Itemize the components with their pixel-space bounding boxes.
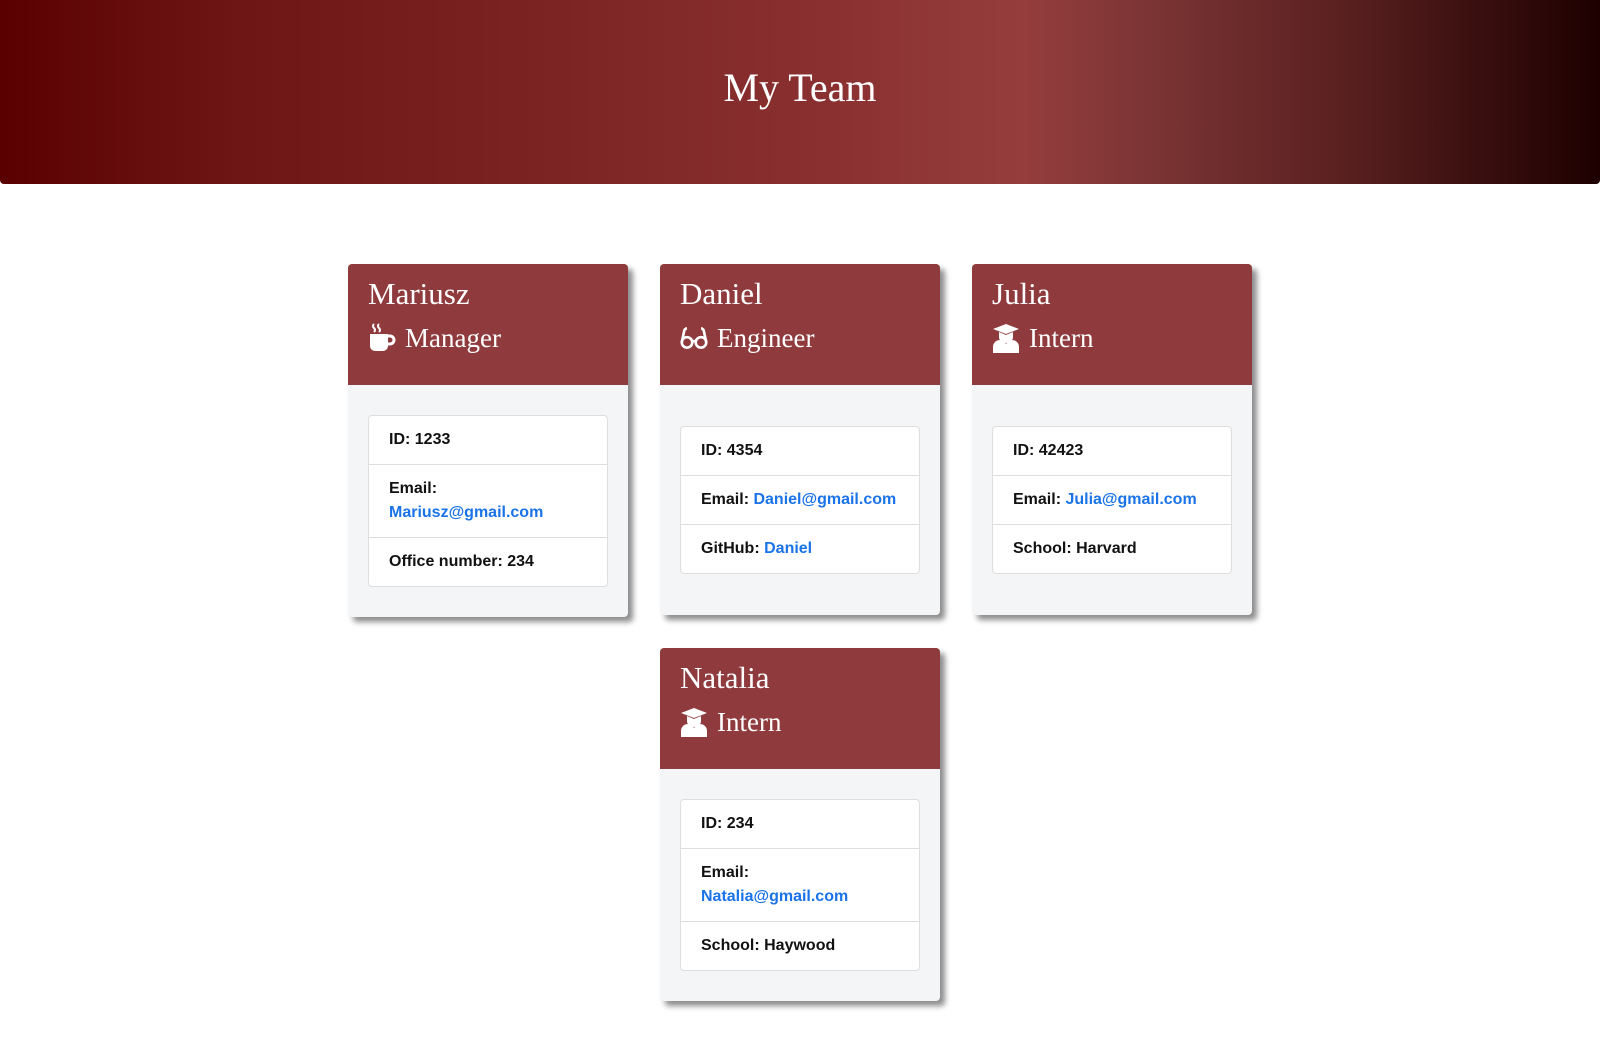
employee-role: Manager (368, 322, 608, 354)
employee-role: Engineer (680, 322, 920, 354)
employee-details-list: ID: 234 Email: Natalia@gmail.com School:… (680, 799, 920, 971)
employee-card-intern: Julia Intern ID: 42423 Email: Julia@gmai… (972, 264, 1252, 615)
school-label: School: (1013, 540, 1072, 557)
card-header: Natalia Intern (660, 648, 940, 769)
id-value: 4354 (726, 442, 763, 459)
office-value: 234 (507, 553, 534, 570)
github-label: GitHub: (701, 540, 760, 557)
employee-card-intern: Natalia Intern ID: 234 Email: Natalia@gm… (660, 648, 940, 1001)
glasses-icon (680, 323, 708, 353)
employee-id: ID: 234 (681, 800, 919, 848)
card-body: ID: 42423 Email: Julia@gmail.com School:… (972, 385, 1252, 615)
id-value: 42423 (1038, 442, 1084, 459)
employee-card-manager: Mariusz Manager ID: 1233 Email: Mariusz@… (348, 264, 628, 617)
employee-name: Natalia (680, 660, 770, 695)
id-label: ID: (701, 442, 723, 459)
github-link[interactable]: Daniel (764, 540, 812, 557)
page-header: My Team (0, 0, 1600, 184)
card-header: Mariusz Manager (348, 264, 628, 385)
graduate-icon (992, 323, 1020, 353)
card-header: Julia Intern (972, 264, 1252, 385)
email-label: Email: (701, 491, 750, 508)
employee-email: Email: Daniel@gmail.com (681, 475, 919, 524)
employee-role: Intern (680, 706, 920, 738)
employee-school: School: Haywood (681, 921, 919, 970)
employee-name: Daniel (680, 276, 763, 311)
page-title: My Team (723, 64, 877, 110)
id-label: ID: (389, 431, 411, 448)
employee-details-list: ID: 42423 Email: Julia@gmail.com School:… (992, 426, 1232, 574)
employee-name: Mariusz (368, 276, 470, 311)
employee-role-label: Manager (405, 323, 501, 353)
employee-email: Email: Julia@gmail.com (993, 475, 1231, 524)
card-body: ID: 4354 Email: Daniel@gmail.com GitHub:… (660, 385, 940, 615)
graduate-icon (680, 707, 708, 737)
employee-card-engineer: Daniel Engineer ID: 4354 Email: Daniel@g… (660, 264, 940, 615)
id-label: ID: (701, 815, 723, 832)
employee-github: GitHub: Daniel (681, 524, 919, 573)
email-label: Email: (1013, 491, 1062, 508)
employee-details-list: ID: 4354 Email: Daniel@gmail.com GitHub:… (680, 426, 920, 574)
email-link[interactable]: Mariusz@gmail.com (389, 504, 543, 521)
employee-id: ID: 1233 (369, 416, 607, 464)
employee-id: ID: 4354 (681, 427, 919, 475)
employee-office-number: Office number: 234 (369, 537, 607, 586)
school-value: Haywood (764, 937, 836, 954)
employee-role: Intern (992, 322, 1232, 354)
office-label: Office number: (389, 553, 503, 570)
employee-email: Email: Natalia@gmail.com (681, 848, 919, 921)
school-label: School: (701, 937, 760, 954)
email-link[interactable]: Natalia@gmail.com (701, 888, 848, 905)
coffee-mug-icon (368, 323, 396, 353)
card-body: ID: 1233 Email: Mariusz@gmail.com Office… (348, 385, 628, 617)
employee-role-label: Intern (1029, 323, 1094, 353)
employee-details-list: ID: 1233 Email: Mariusz@gmail.com Office… (368, 415, 608, 587)
employee-school: School: Harvard (993, 524, 1231, 573)
email-label: Email: (701, 864, 750, 881)
employee-role-label: Engineer (717, 323, 815, 353)
employee-email: Email: Mariusz@gmail.com (369, 464, 607, 537)
school-value: Harvard (1076, 540, 1137, 557)
employee-role-label: Intern (717, 707, 782, 737)
email-link[interactable]: Daniel@gmail.com (753, 491, 896, 508)
email-link[interactable]: Julia@gmail.com (1065, 491, 1196, 508)
employee-id: ID: 42423 (993, 427, 1231, 475)
card-header: Daniel Engineer (660, 264, 940, 385)
email-label: Email: (389, 480, 438, 497)
id-label: ID: (1013, 442, 1035, 459)
id-value: 1233 (414, 431, 451, 448)
employee-name: Julia (992, 276, 1051, 311)
id-value: 234 (726, 815, 754, 832)
card-body: ID: 234 Email: Natalia@gmail.com School:… (660, 769, 940, 1001)
